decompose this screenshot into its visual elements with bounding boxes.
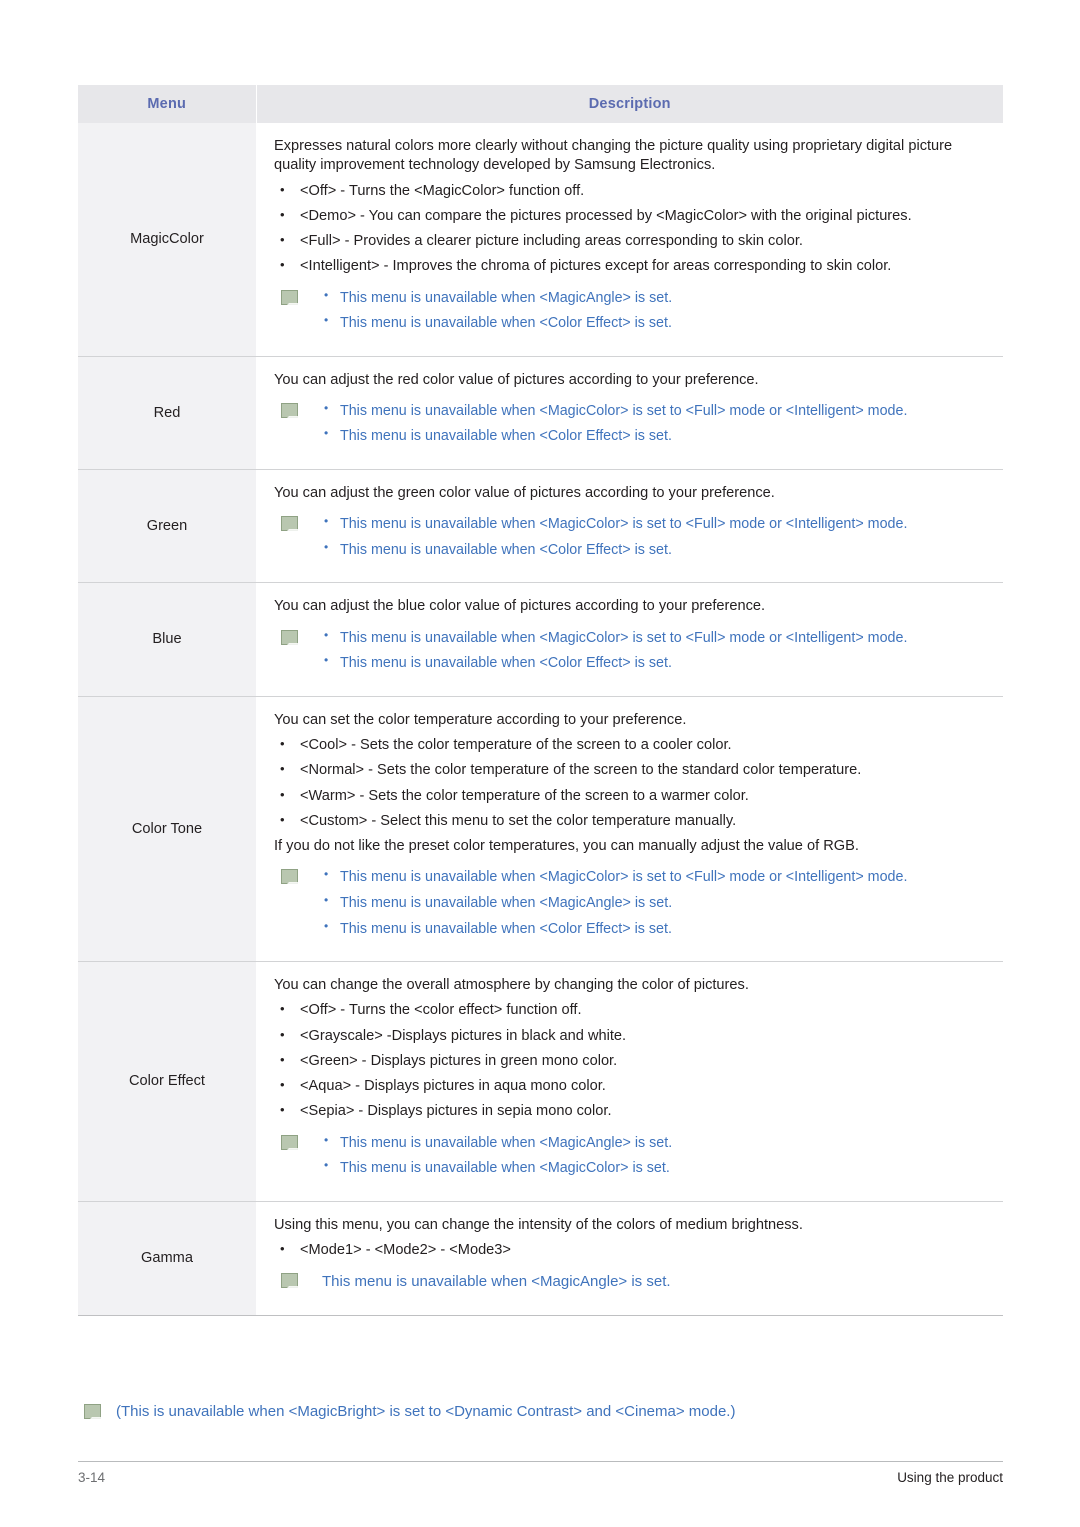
menu-name-cell: MagicColor <box>78 123 256 357</box>
table-row: Blue You can adjust the blue color value … <box>78 582 1003 697</box>
note-list-item: This menu is unavailable when <Color Eff… <box>322 653 985 673</box>
menu-name-cell: Color Tone <box>78 696 256 963</box>
note-icon <box>84 1404 105 1423</box>
description-cell: You can adjust the red color value of pi… <box>256 356 1003 471</box>
note-block: This menu is unavailable when <MagicAngl… <box>274 1272 985 1293</box>
footer-divider <box>78 1461 1003 1462</box>
option-list-item: <Aqua> - Displays pictures in aqua mono … <box>274 1076 985 1096</box>
page-footnote: (This is unavailable when <MagicBright> … <box>84 1402 1004 1423</box>
note-icon <box>281 289 302 309</box>
table-row: MagicColor Expresses natural colors more … <box>78 123 1003 357</box>
description-cell: You can change the overall atmosphere by… <box>256 961 1003 1202</box>
note-list-item: This menu is unavailable when <MagicColo… <box>322 514 985 534</box>
option-list-item: <Grayscale> -Displays pictures in black … <box>274 1026 985 1046</box>
note-icon <box>281 869 302 889</box>
note-icon <box>281 629 302 649</box>
menu-name-cell: Color Effect <box>78 961 256 1202</box>
option-list: <Cool> - Sets the color temperature of t… <box>274 735 985 831</box>
table-body: MagicColor Expresses natural colors more … <box>78 123 1003 1316</box>
option-list: <Off> - Turns the <color effect> functio… <box>274 1000 985 1121</box>
description-paragraph: You can adjust the red color value of pi… <box>274 371 759 388</box>
menu-name-cell: Red <box>78 356 256 471</box>
option-list-item: <Off> - Turns the <color effect> functio… <box>274 1000 985 1020</box>
footer-section-label: Using the product <box>897 1470 1003 1485</box>
option-list: <Mode1> - <Mode2> - <Mode3> <box>274 1240 985 1260</box>
note-list: This menu is unavailable when <MagicAngl… <box>322 288 985 333</box>
option-list-item: <Cool> - Sets the color temperature of t… <box>274 735 985 755</box>
table-row: Color Effect You can change the overall a… <box>78 961 1003 1202</box>
note-list-item: This menu is unavailable when <MagicAngl… <box>322 893 985 913</box>
table-header-row: Menu Description <box>78 85 1003 123</box>
description-paragraph: Using this menu, you can change the inte… <box>274 1216 803 1233</box>
note-list-item: This menu is unavailable when <MagicColo… <box>322 628 985 648</box>
table-row: Green You can adjust the green color valu… <box>78 469 1003 584</box>
description-paragraph: Expresses natural colors more clearly wi… <box>274 138 953 174</box>
description-cell: Using this menu, you can change the inte… <box>256 1201 1003 1316</box>
option-list-item: <Custom> - Select this menu to set the c… <box>274 811 985 831</box>
description-paragraph: You can adjust the green color value of … <box>274 485 775 502</box>
column-header-menu: Menu <box>78 85 257 123</box>
description-paragraph: You can set the color temperature accord… <box>274 711 687 728</box>
note-icon <box>281 1273 302 1293</box>
description-cell: You can set the color temperature accord… <box>256 696 1003 963</box>
note-block: This menu is unavailable when <MagicColo… <box>274 628 985 673</box>
option-list-item: <Mode1> - <Mode2> - <Mode3> <box>274 1240 985 1260</box>
note-list-item: This menu is unavailable when <MagicAngl… <box>322 288 985 308</box>
note-list: This menu is unavailable when <MagicAngl… <box>322 1272 985 1292</box>
description-paragraph: You can adjust the blue color value of p… <box>274 598 766 615</box>
description-paragraph: You can change the overall atmosphere by… <box>274 977 749 994</box>
note-icon <box>281 1134 302 1154</box>
description-cell: You can adjust the blue color value of p… <box>256 582 1003 697</box>
table-row: Red You can adjust the red color value of… <box>78 356 1003 471</box>
option-list-item: <Off> - Turns the <MagicColor> function … <box>274 180 985 201</box>
table-row: Color Tone You can set the color temperat… <box>78 696 1003 963</box>
note-list-item: This menu is unavailable when <MagicAngl… <box>322 1273 671 1291</box>
menu-name-cell: Gamma <box>78 1201 256 1316</box>
note-icon <box>281 516 302 536</box>
option-list-item: <Normal> - Sets the color temperature of… <box>274 760 985 780</box>
option-list-item: <Full> - Provides a clearer picture incl… <box>274 231 985 251</box>
option-list-item: <Sepia> - Displays pictures in sepia mon… <box>274 1101 985 1121</box>
menu-name-cell: Blue <box>78 582 256 697</box>
option-list-item: <Intelligent> - Improves the chroma of p… <box>274 256 985 276</box>
table-header: Menu Description <box>78 85 1003 123</box>
option-list-item: <Warm> - Sets the color temperature of t… <box>274 786 985 806</box>
note-icon <box>281 402 302 422</box>
note-list-item: This menu is unavailable when <Color Eff… <box>322 540 985 560</box>
column-header-description: Description <box>256 85 1003 123</box>
note-block: This menu is unavailable when <MagicColo… <box>274 867 985 939</box>
option-list: <Off> - Turns the <MagicColor> function … <box>274 180 985 277</box>
note-block: This menu is unavailable when <MagicAngl… <box>274 1133 985 1178</box>
footnote-text: (This is unavailable when <MagicBright> … <box>116 1403 736 1420</box>
settings-table: Menu Description MagicColor Expresses nat… <box>78 85 1003 1316</box>
menu-name-cell: Green <box>78 469 256 584</box>
option-list-item: <Green> - Displays pictures in green mon… <box>274 1051 985 1071</box>
description-cell: You can adjust the green color value of … <box>256 469 1003 584</box>
note-list: This menu is unavailable when <MagicColo… <box>322 867 985 939</box>
note-list: This menu is unavailable when <MagicColo… <box>322 401 985 446</box>
note-block: This menu is unavailable when <MagicColo… <box>274 514 985 560</box>
note-list-item: This menu is unavailable when <MagicColo… <box>322 1158 985 1178</box>
note-list-item: This menu is unavailable when <MagicColo… <box>322 401 985 421</box>
note-list-item: This menu is unavailable when <MagicAngl… <box>322 1133 985 1153</box>
page: Menu Description MagicColor Expresses nat… <box>0 0 1080 1527</box>
note-block: This menu is unavailable when <MagicAngl… <box>274 288 985 333</box>
note-list-item: This menu is unavailable when <Color Eff… <box>322 313 985 333</box>
note-list: This menu is unavailable when <MagicAngl… <box>322 1133 985 1178</box>
option-list-item: <Demo> - You can compare the pictures pr… <box>274 206 985 226</box>
note-list: This menu is unavailable when <MagicColo… <box>322 514 985 560</box>
note-list: This menu is unavailable when <MagicColo… <box>322 628 985 673</box>
description-paragraph: If you do not like the preset color temp… <box>274 838 859 855</box>
page-number: 3-14 <box>78 1470 106 1485</box>
note-list-item: This menu is unavailable when <Color Eff… <box>322 919 985 939</box>
table-row: Gamma Using this menu, you can change the… <box>78 1201 1003 1316</box>
note-block: This menu is unavailable when <MagicColo… <box>274 401 985 446</box>
note-list-item: This menu is unavailable when <MagicColo… <box>322 867 985 887</box>
description-cell: Expresses natural colors more clearly wi… <box>256 123 1003 357</box>
note-list-item: This menu is unavailable when <Color Eff… <box>322 427 985 446</box>
